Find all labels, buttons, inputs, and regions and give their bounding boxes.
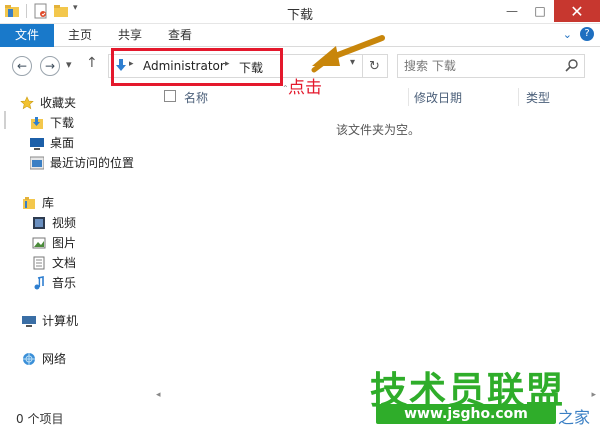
column-type[interactable]: 类型: [526, 89, 550, 106]
sidebar-network-label: 网络: [42, 352, 67, 366]
column-header-row: 名称 ⌃ 修改日期 类型: [160, 84, 600, 108]
up-button[interactable]: ↑: [86, 55, 98, 71]
sidebar-libraries-label: 库: [42, 196, 55, 210]
recent-locations-button[interactable]: ▾: [66, 58, 72, 71]
desktop-icon: [30, 136, 44, 150]
sidebar-item-label: 图片: [52, 236, 77, 250]
search-icon[interactable]: [565, 59, 578, 75]
sidebar-item-label: 音乐: [52, 276, 77, 290]
expand-ribbon-icon[interactable]: ⌄: [563, 28, 572, 41]
annotation-highlight-box: [111, 48, 283, 86]
document-icon: [32, 256, 46, 270]
video-icon: [32, 216, 46, 230]
item-count: 0 个项目: [16, 412, 64, 426]
sidebar-item-label: 视频: [52, 216, 77, 230]
tab-view[interactable]: 查看: [160, 24, 200, 47]
tab-file[interactable]: 文件: [0, 24, 54, 47]
back-button[interactable]: ←: [12, 56, 32, 76]
minimize-button[interactable]: —: [498, 0, 526, 22]
music-icon: [32, 275, 46, 290]
column-divider[interactable]: [408, 88, 409, 106]
close-button[interactable]: ✕: [554, 0, 600, 22]
network-icon: [22, 352, 36, 366]
sidebar-item-label: 下载: [50, 116, 75, 130]
tab-share[interactable]: 共享: [110, 24, 150, 47]
recent-places-icon: [29, 156, 45, 170]
sidebar-item-videos[interactable]: 视频: [32, 214, 76, 231]
sidebar-item-label: 文档: [52, 256, 77, 270]
forward-button[interactable]: →: [40, 56, 60, 76]
sidebar-item-label: 桌面: [50, 136, 75, 150]
sidebar-favorites-label: 收藏夹: [40, 96, 77, 110]
download-folder-icon: [30, 116, 44, 130]
picture-icon: [32, 236, 46, 250]
library-icon: [22, 196, 36, 210]
sidebar-computer-label: 计算机: [42, 314, 79, 328]
sidebar-computer[interactable]: 计算机: [22, 312, 78, 329]
window-controls: — □ ✕: [498, 0, 600, 22]
sidebar-item-downloads[interactable]: 下载: [30, 114, 74, 131]
sidebar-libraries[interactable]: 库: [22, 194, 54, 211]
column-name[interactable]: 名称: [184, 89, 208, 106]
column-divider[interactable]: [518, 88, 519, 106]
navigation-pane: 收藏夹 下载 桌面 最近访问的位置 库 视频 图片 文档 音乐 计算机 网络: [0, 86, 152, 400]
watermark: 技术员联盟 www.jsgho.com 之家: [370, 360, 600, 432]
sort-indicator-icon: ⌃: [282, 84, 289, 93]
sidebar-item-documents[interactable]: 文档: [32, 254, 76, 271]
computer-icon: [22, 314, 36, 328]
title-bar: ▾ 下载 — □ ✕: [0, 0, 600, 24]
sidebar-network[interactable]: 网络: [22, 350, 66, 367]
tab-home[interactable]: 主页: [60, 24, 100, 47]
sidebar-favorites[interactable]: 收藏夹: [20, 94, 76, 111]
empty-folder-message: 该文件夹为空。: [336, 123, 421, 137]
sidebar-item-music[interactable]: 音乐: [32, 274, 76, 291]
maximize-button[interactable]: □: [526, 0, 554, 22]
sidebar-item-recent-places[interactable]: 最近访问的位置: [29, 154, 135, 171]
select-all-checkbox[interactable]: [164, 90, 176, 102]
star-icon: [20, 95, 34, 110]
sidebar-item-desktop[interactable]: 桌面: [30, 134, 74, 151]
search-input[interactable]: [404, 58, 554, 74]
help-icon[interactable]: ?: [580, 27, 594, 41]
selection-indicator: [4, 111, 6, 129]
scroll-left-icon[interactable]: ◂: [156, 390, 161, 400]
search-box[interactable]: [397, 54, 585, 78]
watermark-tail: 之家: [558, 408, 591, 427]
watermark-url: www.jsgho.com: [376, 404, 556, 424]
column-date-modified[interactable]: 修改日期: [414, 89, 462, 106]
sidebar-item-label: 最近访问的位置: [50, 156, 135, 170]
ribbon-options: ⌄ ?: [563, 27, 594, 41]
sidebar-item-pictures[interactable]: 图片: [32, 234, 76, 251]
